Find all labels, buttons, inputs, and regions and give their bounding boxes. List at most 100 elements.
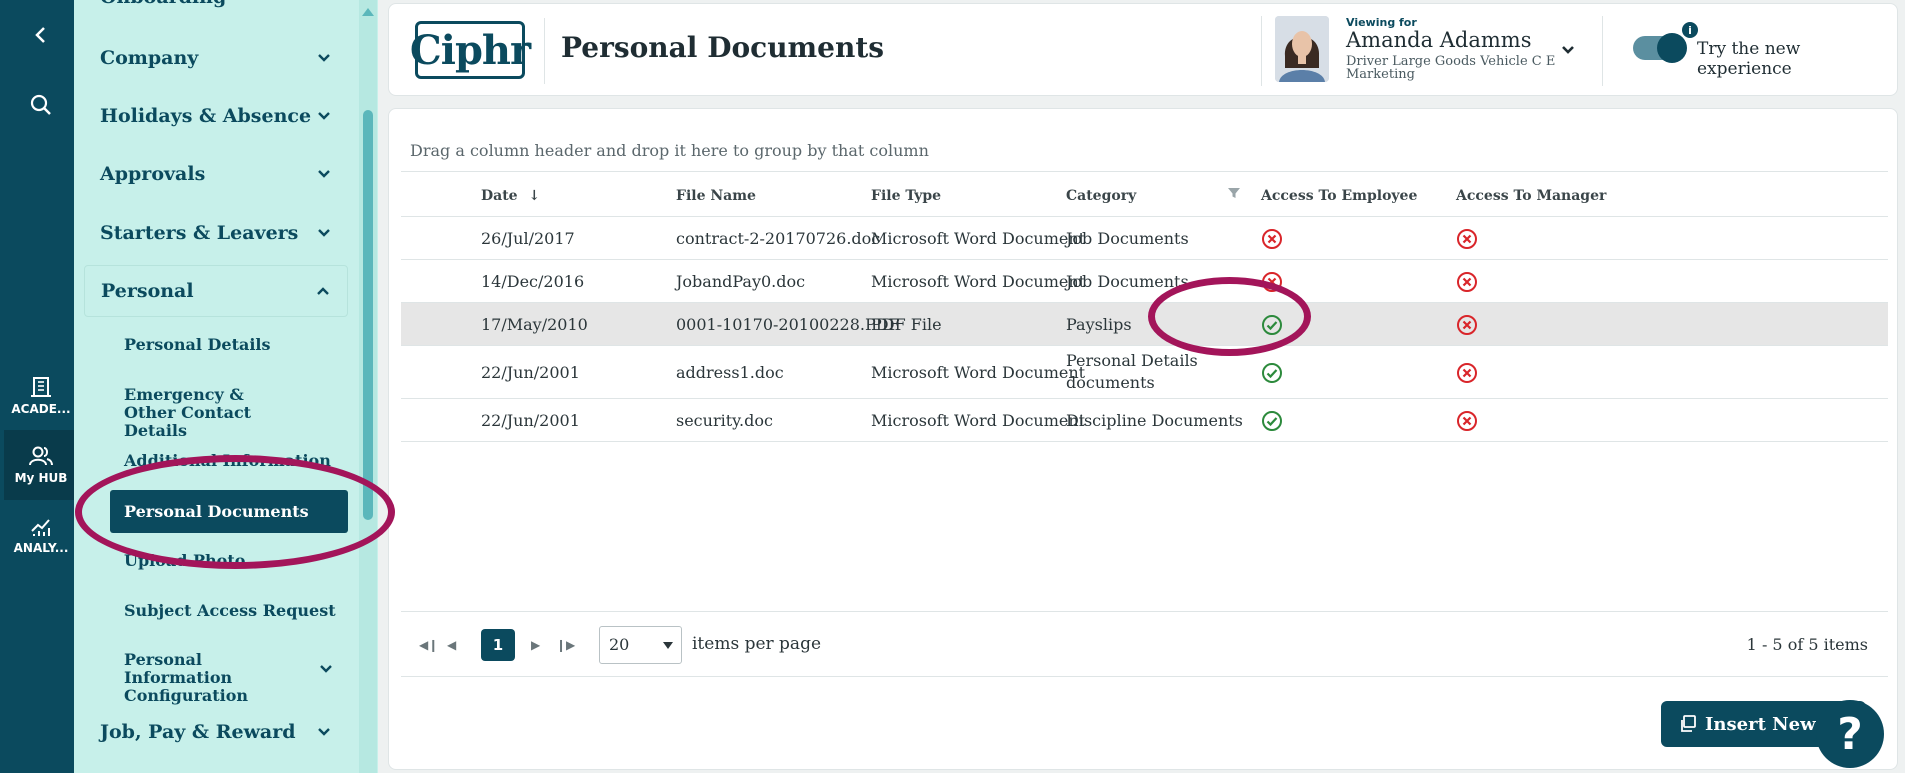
next-page-button[interactable]: ▶ xyxy=(531,638,540,652)
table-row[interactable]: 14/Dec/2016 JobandPay0.doc Microsoft Word … xyxy=(401,260,1888,303)
cell-date: 22/Jun/2001 xyxy=(481,363,580,382)
divider xyxy=(1602,16,1603,86)
pager-info: 1 - 5 of 5 items xyxy=(1746,635,1868,654)
column-header-file-name[interactable]: File Name xyxy=(676,188,756,204)
chevron-up-icon xyxy=(317,287,329,295)
divider xyxy=(544,18,545,84)
chevron-down-icon xyxy=(318,112,330,120)
sort-desc-icon: ↓ xyxy=(528,188,541,204)
rail-label: My HUB xyxy=(14,471,68,485)
cell-date: 26/Jul/2017 xyxy=(481,229,575,248)
rail-item-academy[interactable]: ACADE... xyxy=(4,366,78,426)
first-page-button[interactable]: ◀❙ xyxy=(419,638,438,652)
sidebar-item-job-pay-reward[interactable]: Job, Pay & Reward xyxy=(74,706,358,758)
page-size-select[interactable]: 20 xyxy=(599,626,682,664)
sidebar-subitem-personal-documents[interactable]: Personal Documents xyxy=(110,490,348,533)
table-row[interactable]: 17/May/2010 0001-10170-20100228.PDF PDF Fi… xyxy=(401,303,1888,346)
sidebar-subitem-additional-information[interactable]: Additional Information xyxy=(98,452,338,470)
sidebar-item-onboarding[interactable]: Onboarding xyxy=(100,0,226,8)
cell-date: 22/Jun/2001 xyxy=(481,411,580,430)
sidebar-item-personal[interactable]: Personal xyxy=(84,265,348,317)
column-header-access-manager[interactable]: Access To Manager xyxy=(1456,188,1606,204)
sidebar-subitem-upload-photo[interactable]: Upload Photo xyxy=(98,552,338,570)
sidebar-item-company[interactable]: Company xyxy=(74,32,358,84)
avatar xyxy=(1275,16,1329,82)
chevron-down-icon[interactable] xyxy=(1560,42,1576,58)
table-row[interactable]: 22/Jun/2001 security.doc Microsoft Word Do… xyxy=(401,399,1888,442)
chevron-down-icon xyxy=(318,229,330,237)
prev-page-button[interactable]: ◀ xyxy=(447,638,456,652)
column-header-category[interactable]: Category xyxy=(1066,188,1136,204)
sidebar-subitem-personal-details[interactable]: Personal Details xyxy=(98,336,338,354)
chevron-down-icon xyxy=(318,728,330,736)
group-by-drop-zone[interactable]: Drag a column header and drop it here to… xyxy=(410,141,929,160)
cell-file-name: contract-2-20170726.doc xyxy=(676,229,881,248)
chevron-down-icon xyxy=(320,665,332,673)
sidebar-scrollbar[interactable] xyxy=(359,0,377,773)
new-experience-toggle[interactable] xyxy=(1633,33,1687,63)
cell-date: 17/May/2010 xyxy=(481,315,588,334)
x-circle-icon xyxy=(1261,228,1283,250)
sidebar-item-label: Company xyxy=(100,47,199,69)
page-title: Personal Documents xyxy=(561,31,885,64)
divider xyxy=(1261,16,1262,86)
column-header-date[interactable]: Date ↓ xyxy=(481,188,540,204)
scroll-thumb[interactable] xyxy=(363,110,373,520)
sidebar-item-approvals[interactable]: Approvals xyxy=(74,148,358,200)
rail-item-my-hub[interactable]: My HUB xyxy=(4,430,78,500)
check-circle-icon xyxy=(1261,362,1283,384)
sidebar-item-starters-leavers[interactable]: Starters & Leavers xyxy=(74,207,358,259)
cell-file-type: Microsoft Word Document xyxy=(871,411,1086,430)
building-icon xyxy=(31,377,51,397)
x-circle-icon xyxy=(1456,314,1478,336)
sidebar-item-label: Personal xyxy=(101,280,194,302)
chevron-down-icon xyxy=(318,170,330,178)
column-header-file-type[interactable]: File Type xyxy=(871,188,941,204)
x-circle-icon xyxy=(1456,228,1478,250)
icon-rail: ACADE... My HUB ANALY... xyxy=(0,0,78,773)
table-row[interactable]: 22/Jun/2001 address1.doc Microsoft Word Do… xyxy=(401,346,1888,399)
viewing-name[interactable]: Amanda Adamms xyxy=(1346,28,1532,52)
cell-file-name: address1.doc xyxy=(676,363,784,382)
copy-icon xyxy=(1681,715,1696,732)
cell-file-type: Microsoft Word Document xyxy=(871,229,1086,248)
scroll-up-arrow[interactable] xyxy=(362,8,374,16)
cell-file-type: Microsoft Word Document xyxy=(871,363,1086,382)
sidebar-item-holidays[interactable]: Holidays & Absence xyxy=(74,90,358,142)
x-circle-icon xyxy=(1456,362,1478,384)
rail-item-analytics[interactable]: ANALY... xyxy=(4,506,78,566)
back-button[interactable] xyxy=(4,10,78,60)
sidebar-subitem-subject-access-request[interactable]: Subject Access Request xyxy=(98,602,338,620)
cell-file-name: 0001-10170-20100228.PDF xyxy=(676,315,900,334)
chart-icon xyxy=(31,519,50,536)
info-icon[interactable]: i xyxy=(1682,22,1698,38)
items-per-page-label: items per page xyxy=(692,634,822,654)
filter-icon[interactable] xyxy=(1227,186,1241,200)
current-page-button[interactable]: 1 xyxy=(481,629,515,661)
table-row[interactable]: 26/Jul/2017 contract-2-20170726.doc Micros… xyxy=(401,217,1888,260)
viewing-department: Marketing xyxy=(1346,67,1415,82)
dropdown-arrow-icon xyxy=(663,642,673,649)
x-circle-icon xyxy=(1456,271,1478,293)
column-header-access-employee[interactable]: Access To Employee xyxy=(1261,188,1417,204)
documents-grid: Drag a column header and drop it here to… xyxy=(388,108,1898,770)
sidebar-nav: Onboarding Company Holidays & Absence Ap… xyxy=(74,0,378,773)
search-button[interactable] xyxy=(4,80,78,130)
ciphr-logo[interactable]: Ciphr xyxy=(410,21,531,79)
cell-file-name: JobandPay0.doc xyxy=(676,272,806,291)
x-circle-icon xyxy=(1456,410,1478,432)
help-button[interactable]: ? xyxy=(1816,700,1884,768)
rail-label: ANALY... xyxy=(13,541,69,555)
cell-category: Payslips xyxy=(1066,315,1132,334)
cell-category: Personal Details documents xyxy=(1066,351,1198,392)
last-page-button[interactable]: ❙▶ xyxy=(556,638,575,652)
sidebar-subitem-personal-info-config[interactable]: Personal Information Configuration xyxy=(98,651,288,705)
toggle-label: Try the new experience xyxy=(1697,39,1801,79)
cell-date: 14/Dec/2016 xyxy=(481,272,585,291)
cell-file-type: Microsoft Word Document xyxy=(871,272,1086,291)
rail-label: ACADE... xyxy=(11,402,71,416)
cell-category: Job Documents xyxy=(1066,229,1189,248)
sidebar-subitem-emergency-contacts[interactable]: Emergency & Other Contact Details xyxy=(98,386,288,440)
chevron-left-icon xyxy=(35,27,45,43)
cell-category: Discipline Documents xyxy=(1066,411,1243,430)
